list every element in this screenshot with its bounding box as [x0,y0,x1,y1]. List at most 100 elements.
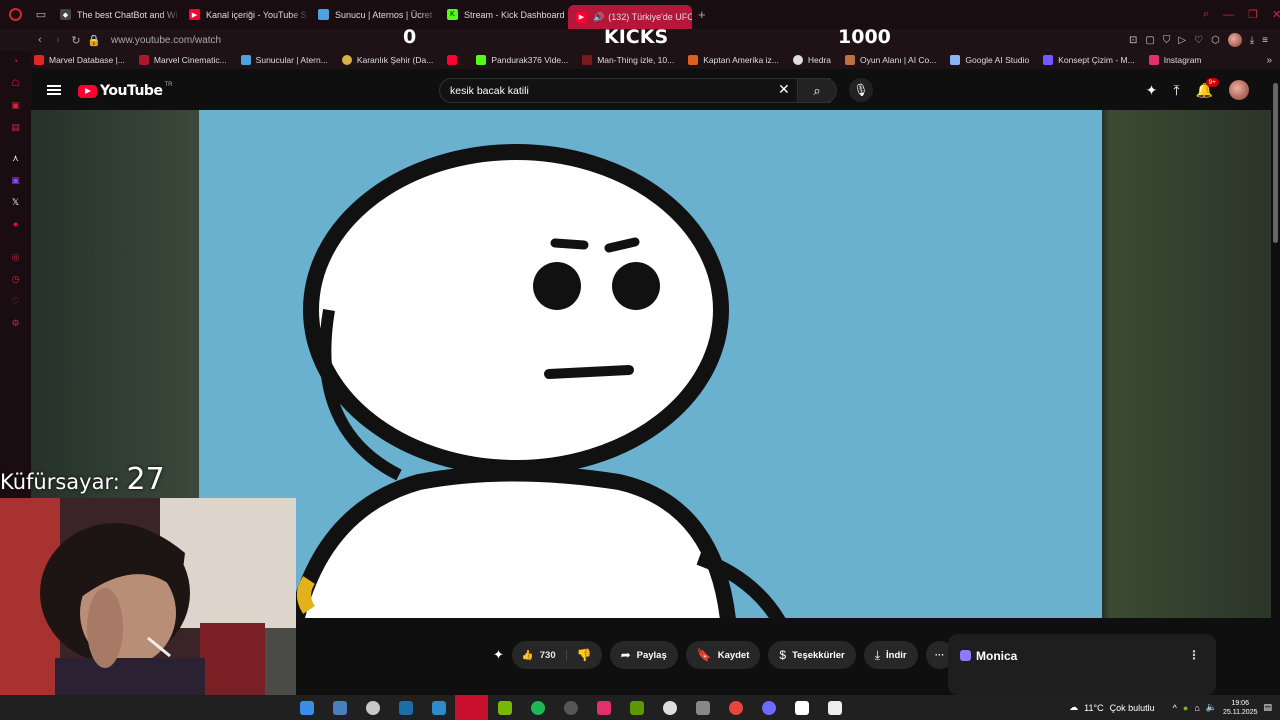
search-tabs-icon[interactable]: ⌕ [1203,8,1209,21]
bookmark-aternos[interactable]: Sunucular | Atern... [240,55,328,65]
taskbar-store-icon[interactable] [422,695,455,720]
taskbar-steam-icon[interactable] [389,695,422,720]
bookmark-google-ai-studio[interactable]: Google AI Studio [950,55,1029,65]
sidebar-favorites-icon[interactable]: ♡ [10,296,21,307]
back-icon[interactable]: ‹ [31,34,49,46]
voice-search-button[interactable]: 🎙 [849,78,873,102]
upload-icon[interactable]: ⤒ [1173,82,1179,99]
sidebar-twitch-icon[interactable]: ▣ [10,175,21,186]
youtube-logo[interactable]: YouTube TR [78,82,172,99]
share-button[interactable]: ➦ Paylaş [609,641,678,669]
taskbar-start-icon[interactable] [290,695,323,720]
nvidia-tray-icon[interactable]: ● [1183,703,1188,713]
bookmark-kaptan-amerika[interactable]: Kaptan Amerika iz... [688,55,779,65]
taskbar-app-icon[interactable] [653,695,686,720]
video-player[interactable] [199,110,1102,618]
heart-icon[interactable]: ♡ [1194,35,1203,46]
bookmark-instagram[interactable]: Instagram [1148,55,1202,65]
speaker-icon[interactable]: 🔈 [1206,702,1217,713]
bookmark-marvel-cinematic[interactable]: Marvel Cinematic... [138,55,227,65]
taskbar-spotify-icon[interactable] [521,695,554,720]
audio-playing-icon[interactable]: 🔊 [593,12,604,23]
network-icon[interactable]: ⌂ [1194,703,1199,713]
shield-icon[interactable]: ⛉ [1163,35,1171,46]
tab-chatbot[interactable]: ◆ The best ChatBot and Wi [52,0,181,29]
bookmark-oyun-alani[interactable]: Oyun Alanı | AI Co... [844,55,936,65]
bookmark-youtube[interactable] [447,55,462,65]
scrollbar-thumb[interactable] [1273,83,1278,243]
bookmark-pandurak[interactable]: Pandurak376 Vide... [476,55,568,65]
monica-menu-icon[interactable]: ⋮ [1188,648,1200,662]
page-scrollbar[interactable] [1271,69,1280,695]
weather-icon[interactable]: ☁ [1069,702,1078,713]
taskbar-nvidia-icon[interactable] [488,695,521,720]
bookmark-karanlik-sehir[interactable]: Karanlık Şehir (Da... [341,55,433,65]
forward-icon[interactable]: › [49,34,67,46]
taskbar-obs-icon[interactable] [554,695,587,720]
downloads-icon[interactable]: ⤓ [1250,35,1254,46]
bookmarks-more-icon[interactable]: » [1266,55,1272,66]
weather-temp[interactable]: 11°C [1084,703,1103,713]
sidebar-aria-icon[interactable]: ◔ [10,56,21,67]
tab-youtube-studio[interactable]: ▶ Kanal içeriği - YouTube S [181,0,310,29]
opera-logo[interactable] [0,0,30,29]
ai-summary-icon[interactable]: ✦ [493,647,504,663]
bookmark-konsept-cizim[interactable]: Konsept Çizim - M... [1043,55,1135,65]
taskbar-capcut-icon[interactable] [785,695,818,720]
thanks-button[interactable]: $ Teşekkürler [768,641,856,669]
sidebar-youtube-icon[interactable]: ● [10,219,21,230]
taskbar-app-icon[interactable] [356,695,389,720]
taskbar-nvidia-app-icon[interactable] [620,695,653,720]
like-button[interactable]: 👍 730 [512,649,567,661]
player-icon[interactable]: ▷ [1178,35,1186,46]
tab-kick-dashboard[interactable]: K Stream - Kick Dashboard [439,0,568,29]
reload-icon[interactable]: ↻ [67,34,85,47]
sidebar-kick-icon[interactable]: ⋏ [10,153,21,164]
hamburger-menu-icon[interactable] [47,85,61,95]
search-input[interactable]: kesik bacak katili [439,78,831,103]
sidebar-x-icon[interactable]: 𝕏 [10,197,21,208]
sidebar-history-icon[interactable]: ◷ [10,274,21,285]
sidebar-player-icon[interactable]: ◎ [10,252,21,263]
sidebar-messenger-icon[interactable]: ▤ [10,122,21,133]
sidebar-chat-icon[interactable]: ▣ [10,100,21,111]
webcam-overlay [0,498,296,720]
snapshot-icon[interactable]: ▢ [1145,35,1154,46]
bookmark-marvel-database[interactable]: Marvel Database |... [34,55,125,65]
profile-avatar[interactable] [1227,33,1242,47]
taskbar-app-icon[interactable] [752,695,785,720]
tab-aternos[interactable]: Sunucu | Aternos | Ücret [310,0,439,29]
url-field[interactable]: www.youtube.com/watch [111,35,221,46]
notifications-button[interactable]: 🔔 9+ [1196,77,1219,99]
taskbar-app-icon[interactable] [686,695,719,720]
sidebar-settings-icon[interactable]: ⚙ [10,318,21,329]
maximize-icon[interactable]: ❐ [1248,8,1258,21]
taskbar-opera-icon[interactable] [455,695,488,720]
new-tab-button[interactable]: + [692,7,712,22]
weather-text[interactable]: Çok bulutlu [1110,703,1155,713]
bookmark-hedra[interactable]: Hedra [792,55,831,65]
tray-overflow-icon[interactable]: ^ [1173,703,1177,713]
bookmark-icon[interactable]: ⊡ [1129,35,1137,46]
menu-icon[interactable]: ≡ [1262,35,1268,46]
download-button[interactable]: ⤓ İndir [863,641,918,669]
ai-sparkle-icon[interactable]: ✦ [1146,82,1158,99]
taskbar-chrome-icon[interactable] [719,695,752,720]
account-avatar[interactable] [1229,80,1249,100]
bookmark-man-thing[interactable]: Man-Thing izle, 10... [582,55,674,65]
workspaces-icon[interactable]: ▭ [30,0,52,29]
taskbar-instagram-icon[interactable] [587,695,620,720]
webcam-feed [0,498,296,720]
taskbar-explorer-icon[interactable] [323,695,356,720]
notifications-center-icon[interactable]: ▤ [1263,702,1272,713]
search-button[interactable]: ⌕ [797,78,837,103]
dislike-button[interactable]: 👎 [567,648,602,662]
extensions-icon[interactable]: ⬡ [1211,35,1220,46]
save-button[interactable]: 🔖 Kaydet [685,641,761,669]
minimize-icon[interactable]: — [1223,9,1234,21]
clock[interactable]: 19:06 25.11.2025 [1223,699,1258,717]
clear-search-icon[interactable]: ✕ [778,81,790,98]
sidebar-notes-icon[interactable]: ☖ [10,78,21,89]
taskbar-app-icon[interactable] [818,695,851,720]
close-icon[interactable]: ✕ [1272,8,1280,21]
